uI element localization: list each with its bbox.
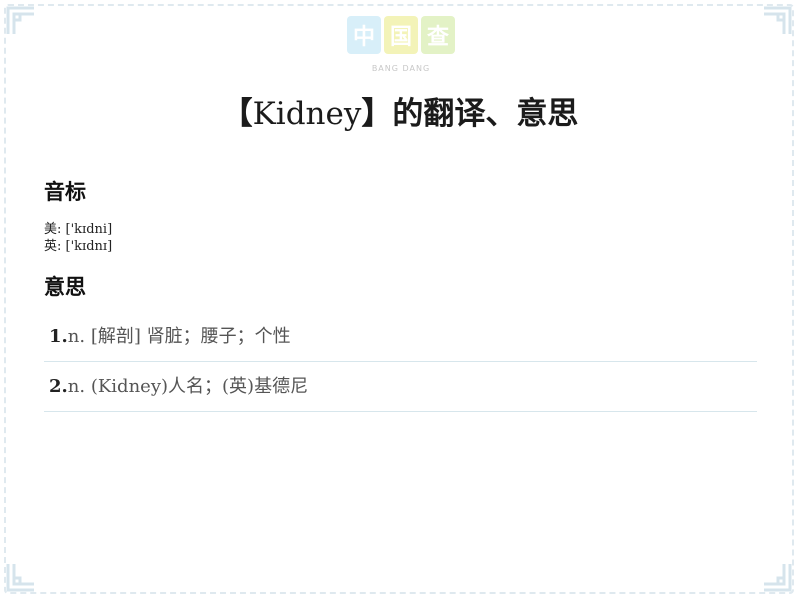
- phonetic-us-label: 美:: [44, 222, 62, 237]
- site-logo[interactable]: 中 国 查 BANG DANG: [347, 16, 455, 78]
- title-bracket-close: 】: [361, 96, 393, 132]
- page-title: 【Kidney】的翻译、意思: [0, 88, 800, 133]
- title-word: Kidney: [252, 96, 362, 132]
- meanings-list: 1.n. [解剖] 肾脏；腰子；个性 2.n. (Kidney)人名；(英)基德…: [44, 314, 757, 412]
- phonetic-uk-value: ['kɪdnɪ]: [65, 239, 113, 254]
- title-suffix: 的翻译、意思: [392, 96, 579, 132]
- title-bracket-open: 【: [221, 96, 253, 132]
- meaning-number: 1.: [49, 326, 68, 347]
- corner-ornament-icon: [762, 562, 792, 592]
- phonetics-heading: 音标: [44, 179, 86, 204]
- list-item: 1.n. [解剖] 肾脏；腰子；个性: [44, 314, 757, 362]
- logo-char: 中: [347, 16, 381, 54]
- phonetic-us-value: ['kɪdni]: [65, 222, 113, 237]
- logo-char: 国: [384, 16, 418, 54]
- logo-subtitle: BANG DANG: [371, 64, 431, 73]
- meaning-text: n. (Kidney)人名；(英)基德尼: [67, 376, 309, 397]
- phonetic-us: 美: ['kɪdni]: [44, 221, 112, 238]
- meaning-text: n. [解剖] 肾脏；腰子；个性: [67, 326, 291, 347]
- phonetic-uk-label: 英:: [44, 239, 62, 254]
- list-item: 2.n. (Kidney)人名；(英)基德尼: [44, 364, 757, 412]
- phonetic-uk: 英: ['kɪdnɪ]: [44, 238, 112, 255]
- meanings-heading: 意思: [44, 274, 86, 299]
- corner-ornament-icon: [762, 6, 792, 36]
- phonetics-block: 美: ['kɪdni] 英: ['kɪdnɪ]: [44, 221, 112, 255]
- meaning-number: 2.: [49, 376, 68, 397]
- logo-char: 查: [421, 16, 455, 54]
- corner-ornament-icon: [6, 562, 36, 592]
- corner-ornament-icon: [6, 6, 36, 36]
